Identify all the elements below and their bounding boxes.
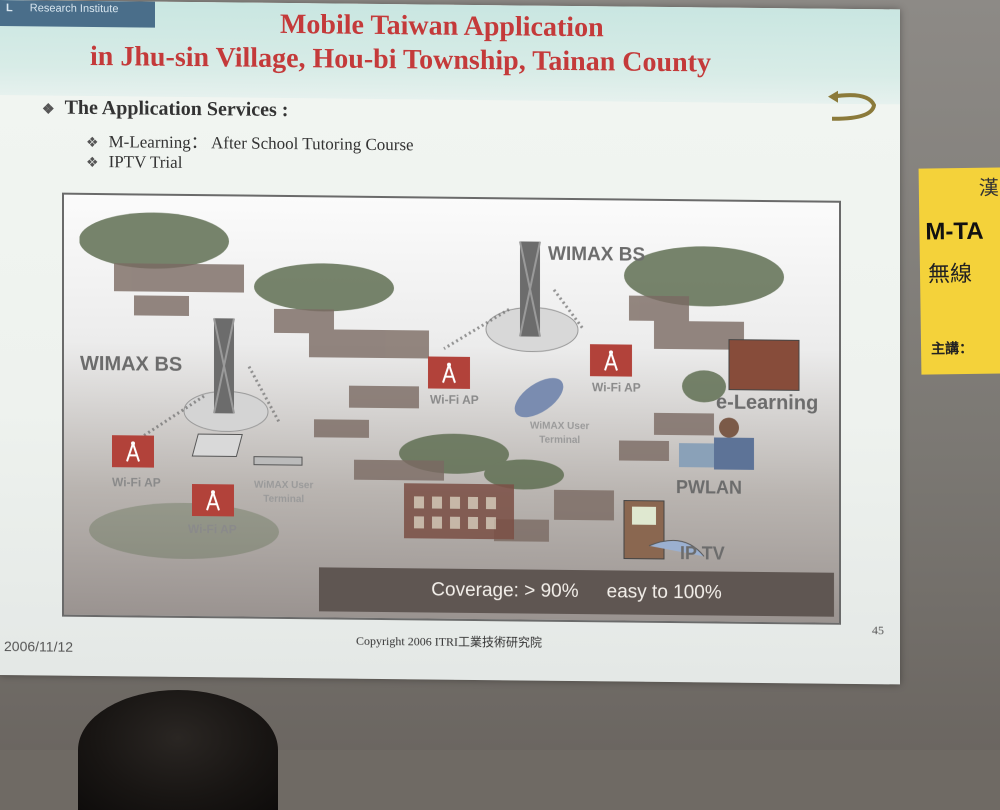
wifi-ap-icon bbox=[590, 344, 632, 377]
poster-text: 無線 bbox=[927, 260, 973, 287]
slide-title-line2: in Jhu-sin Village, Hou-bi Township, Tai… bbox=[90, 40, 711, 79]
network-diagram: WIMAX BS WIMAX BS Wi-Fi AP Wi-Fi AP Wi-F… bbox=[62, 192, 841, 625]
slide-title-line1: Mobile Taiwan Application bbox=[280, 8, 604, 44]
bullet-item-text: IPTV Trial bbox=[108, 152, 183, 172]
coverage-banner: Coverage: > 90% easy to 100% bbox=[319, 567, 834, 617]
wifi-ap-icon bbox=[112, 435, 154, 468]
yellow-poster: 漢 M-TA 無線 主講： bbox=[918, 167, 1000, 375]
poster-speaker: 主講： bbox=[930, 341, 974, 358]
wimax-bs-label: WIMAX BS bbox=[80, 352, 183, 376]
bullet-item-text: M-Learning： After School Tutoring Course bbox=[108, 132, 414, 155]
bullet-item: ❖ M-Learning： After School Tutoring Cours… bbox=[86, 127, 414, 155]
e-learning-label: e-Learning bbox=[716, 391, 819, 415]
poster-title: M-TA bbox=[925, 217, 984, 246]
wifi-ap-label: Wi-Fi AP bbox=[112, 475, 161, 490]
bullet-diamond-icon: ❖ bbox=[42, 102, 55, 118]
logo-text: Research Institute bbox=[29, 2, 119, 16]
iptv-label: IP TV bbox=[680, 543, 725, 564]
bullet-heading-text: The Application Services : bbox=[64, 96, 289, 122]
presentation-slide: L Research Institute Mobile Taiwan Appli… bbox=[0, 0, 900, 685]
bullet-diamond-icon: ❖ bbox=[86, 135, 99, 152]
bullet-heading: ❖ The Application Services : bbox=[42, 96, 288, 122]
poster-text: 漢 bbox=[978, 177, 1000, 200]
wimax-terminal-label: WiMAX User Terminal bbox=[530, 420, 589, 449]
audience-head bbox=[78, 690, 278, 810]
pwlan-label: PWLAN bbox=[676, 477, 742, 498]
itri-logo: L Research Institute bbox=[0, 0, 155, 28]
coverage-text: Coverage: > 90% bbox=[431, 579, 579, 603]
wifi-ap-label: Wi-Fi AP bbox=[188, 521, 237, 537]
wimax-terminal-label-line: Terminal bbox=[539, 434, 581, 447]
wimax-terminal-label-line: WiMAX User bbox=[530, 420, 590, 433]
wimax-terminal-label-line: Terminal bbox=[263, 493, 305, 506]
wifi-ap-icon bbox=[192, 484, 234, 517]
slide-date: 2006/11/12 bbox=[4, 638, 74, 655]
wifi-ap-label: Wi-Fi AP bbox=[592, 380, 641, 395]
coverage-goal-text: easy to 100% bbox=[606, 581, 722, 604]
wifi-ap-icon bbox=[428, 356, 470, 389]
wifi-ap-label: Wi-Fi AP bbox=[430, 392, 479, 408]
return-arrow-icon[interactable] bbox=[828, 87, 878, 126]
bullet-item: ❖ IPTV Trial bbox=[86, 152, 182, 173]
page-number: 45 bbox=[872, 623, 884, 638]
bullet-diamond-icon: ❖ bbox=[86, 155, 99, 172]
wimax-bs-label: WIMAX BS bbox=[548, 243, 646, 266]
logo-mark: L bbox=[6, 2, 13, 15]
copyright-footer: Copyright 2006 ITRI工業技術研究院 bbox=[356, 633, 542, 650]
wimax-terminal-label: WiMAX User Terminal bbox=[254, 479, 313, 508]
wimax-terminal-label-line: WiMAX User bbox=[254, 479, 314, 492]
